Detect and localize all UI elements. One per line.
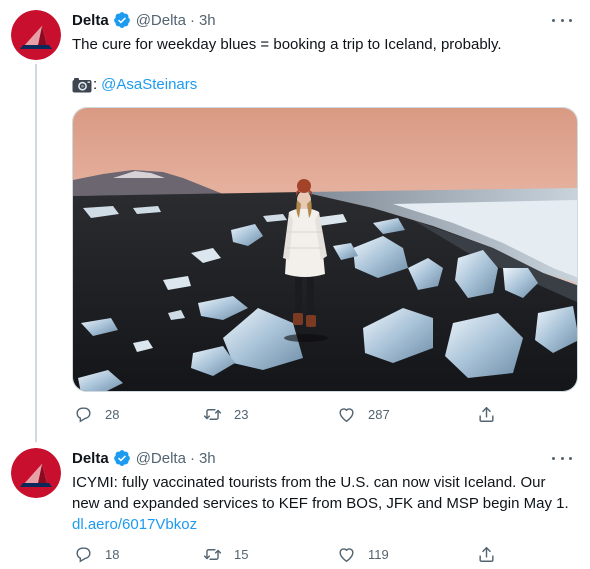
- delta-logo-icon: [11, 10, 61, 60]
- author-handle[interactable]: @Delta: [136, 450, 186, 467]
- heart-icon: [339, 547, 354, 562]
- tweet[interactable]: Delta @Delta · 3h The cure for weekday b…: [0, 0, 590, 442]
- like-button[interactable]: 287: [337, 404, 390, 424]
- author-handle[interactable]: @Delta: [136, 12, 186, 29]
- like-button[interactable]: 119: [337, 544, 389, 564]
- thread-connector-line: [35, 64, 37, 442]
- iceland-beach-photo: [73, 108, 577, 391]
- share-icon: [479, 546, 494, 562]
- retweet-count: 15: [234, 546, 249, 562]
- share-button[interactable]: [477, 404, 496, 424]
- reply-button[interactable]: 28: [74, 404, 119, 424]
- share-icon: [479, 406, 494, 422]
- tweet-actions: 28 23 287: [72, 404, 512, 424]
- heart-icon: [339, 407, 354, 422]
- retweet-button[interactable]: 15: [203, 544, 248, 564]
- tweet-timestamp[interactable]: 3h: [199, 12, 216, 29]
- tweet-timestamp[interactable]: 3h: [199, 450, 216, 467]
- reply-count: 18: [105, 546, 120, 562]
- more-options-icon[interactable]: [552, 11, 572, 29]
- separator-dot: ·: [189, 449, 195, 467]
- reply-icon: [76, 546, 91, 562]
- like-count: 287: [368, 406, 390, 422]
- tweet-actions: 18 15 119: [72, 544, 512, 564]
- tweet[interactable]: Delta @Delta · 3h ICYMI: fully vaccinate…: [0, 438, 590, 569]
- author-name[interactable]: Delta: [72, 12, 109, 29]
- verified-badge-icon: [113, 12, 130, 28]
- avatar[interactable]: [11, 10, 61, 60]
- tweet-link[interactable]: dl.aero/6017Vbkoz: [72, 516, 197, 533]
- retweet-icon: [203, 548, 222, 560]
- more-options-icon[interactable]: [552, 449, 572, 467]
- verified-badge-icon: [113, 450, 130, 466]
- tweet-text: ICYMI: fully vaccinated tourists from th…: [72, 472, 577, 535]
- tweet-body: ICYMI: fully vaccinated tourists from th…: [72, 474, 569, 512]
- retweet-icon: [203, 408, 222, 420]
- tweet-photo[interactable]: [72, 107, 578, 392]
- credit-colon: :: [93, 76, 98, 93]
- delta-logo-icon: [11, 448, 61, 498]
- reply-icon: [76, 406, 91, 422]
- tweet-header: Delta @Delta · 3h: [72, 448, 216, 468]
- tweet-header: Delta @Delta · 3h: [72, 10, 216, 30]
- author-name[interactable]: Delta: [72, 450, 109, 467]
- avatar[interactable]: [11, 448, 61, 498]
- like-count: 119: [368, 546, 389, 562]
- retweet-count: 23: [234, 406, 249, 422]
- separator-dot: ·: [189, 11, 195, 29]
- share-button[interactable]: [477, 544, 496, 564]
- retweet-button[interactable]: 23: [203, 404, 248, 424]
- photo-credit: : @AsaSteinars: [72, 74, 197, 95]
- tweet-text: The cure for weekday blues = booking a t…: [72, 36, 502, 53]
- reply-button[interactable]: 18: [74, 544, 119, 564]
- camera-icon: [72, 77, 92, 92]
- reply-count: 28: [105, 406, 120, 422]
- photographer-mention-link[interactable]: @AsaSteinars: [101, 74, 197, 95]
